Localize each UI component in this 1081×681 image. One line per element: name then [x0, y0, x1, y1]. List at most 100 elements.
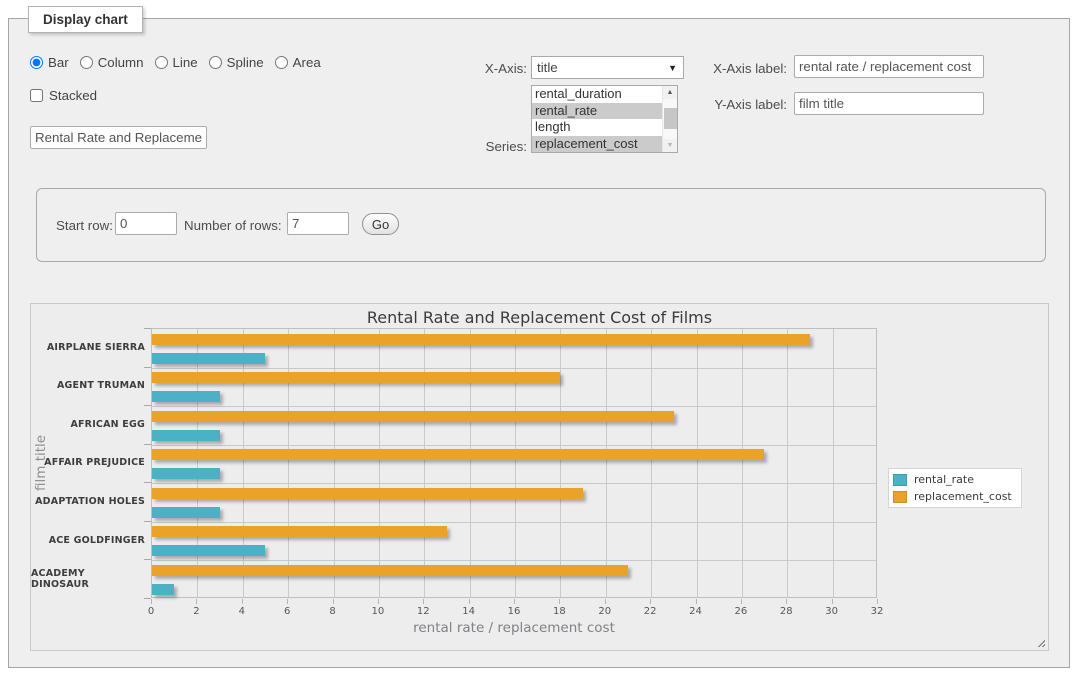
x-axis-tick-label: 12 — [408, 606, 438, 617]
x-axis-tick-mark — [696, 599, 697, 604]
radio-bar-input[interactable] — [30, 56, 43, 69]
number-of-rows-input[interactable] — [287, 212, 349, 235]
bar-replacement_cost — [152, 565, 628, 576]
gridline-horizontal — [152, 560, 876, 561]
radio-column[interactable]: Column — [80, 55, 144, 70]
radio-column-input[interactable] — [80, 56, 93, 69]
x-axis-tick-label: 4 — [227, 606, 257, 617]
x-axis-tick-label: 30 — [817, 606, 847, 617]
scroll-up-icon[interactable]: ▲ — [663, 86, 677, 99]
bar-rental_rate — [152, 391, 220, 402]
x-axis-tick-mark — [287, 599, 288, 604]
bar-rental_rate — [152, 584, 174, 595]
chart-container: Rental Rate and Replacement Cost of Film… — [30, 303, 1049, 651]
x-axis-tick-label: 6 — [272, 606, 302, 617]
series-select-label: Series: — [447, 139, 527, 154]
gridline-horizontal — [152, 406, 876, 407]
gridline-vertical — [742, 329, 743, 597]
gridline-horizontal — [152, 522, 876, 523]
y-axis-label-input[interactable] — [794, 92, 984, 115]
legend-label: replacement_cost — [914, 490, 1012, 503]
x-axis-tick-label: 20 — [590, 606, 620, 617]
x-axis-tick-label: 10 — [363, 606, 393, 617]
x-axis-tick-label: 2 — [181, 606, 211, 617]
gridline-vertical — [515, 329, 516, 597]
stacked-checkbox-row[interactable]: Stacked — [30, 88, 97, 103]
gridline-vertical — [424, 329, 425, 597]
gridline-vertical — [470, 329, 471, 597]
y-axis-tick-mark — [144, 444, 151, 445]
radio-area[interactable]: Area — [275, 55, 321, 70]
series-option-replacement-cost[interactable]: replacement_cost — [532, 136, 662, 153]
x-axis-select[interactable]: title ▼ — [531, 56, 684, 79]
y-axis-tick-mark — [144, 328, 151, 329]
x-axis-tick-label: 14 — [454, 606, 484, 617]
gridline-vertical — [288, 329, 289, 597]
x-axis-label-input[interactable] — [794, 55, 984, 78]
x-axis-tick-label: 0 — [136, 606, 166, 617]
series-option-length[interactable]: length — [532, 119, 662, 136]
x-axis-tick-label: 26 — [726, 606, 756, 617]
gridline-vertical — [243, 329, 244, 597]
chart-title: Rental Rate and Replacement Cost of Film… — [31, 308, 1048, 327]
series-multiselect[interactable]: rental_duration rental_rate length repla… — [531, 85, 678, 153]
resize-handle-icon[interactable] — [1035, 637, 1045, 647]
legend-label: rental_rate — [914, 473, 974, 486]
bar-replacement_cost — [152, 411, 674, 422]
scrollbar-thumb[interactable] — [664, 108, 677, 129]
radio-spline[interactable]: Spline — [209, 55, 264, 70]
x-axis-tick-mark — [196, 599, 197, 604]
bar-replacement_cost — [152, 488, 583, 499]
y-axis-tick-mark — [144, 405, 151, 406]
bar-replacement_cost — [152, 372, 560, 383]
radio-column-label: Column — [98, 55, 144, 70]
bar-rental_rate — [152, 468, 220, 479]
x-axis-tick-mark — [333, 599, 334, 604]
gridline-horizontal — [152, 368, 876, 369]
series-option-rental-rate[interactable]: rental_rate — [532, 103, 662, 120]
legend-swatch-replacement_cost — [893, 491, 907, 503]
gridline-horizontal — [152, 445, 876, 446]
start-row-input[interactable] — [115, 212, 177, 235]
x-axis-tick-mark — [151, 599, 152, 604]
radio-spline-input[interactable] — [209, 56, 222, 69]
radio-line[interactable]: Line — [155, 55, 198, 70]
fieldset-legend: Display chart — [28, 6, 143, 33]
y-axis-tick-mark — [144, 521, 151, 522]
x-axis-tick-mark — [650, 599, 651, 604]
x-axis-label-field-label: X-Axis label: — [677, 61, 787, 76]
chart-title-input[interactable] — [30, 126, 207, 149]
radio-line-input[interactable] — [155, 56, 168, 69]
legend-swatch-rental_rate — [893, 474, 907, 486]
legend-row: replacement_cost — [893, 489, 1012, 504]
radio-bar[interactable]: Bar — [30, 55, 69, 70]
y-axis-label-field-label: Y-Axis label: — [677, 97, 787, 112]
chart-type-radio-group: Bar Column Line Spline Area — [30, 55, 321, 70]
y-axis-title: film title — [33, 328, 49, 598]
scrollbar[interactable]: ▲ ▼ — [662, 86, 677, 152]
x-axis-tick-mark — [378, 599, 379, 604]
gridline-horizontal — [152, 483, 876, 484]
series-option-rental-duration[interactable]: rental_duration — [532, 86, 662, 103]
page: Display chart Bar Column Line Spline Are… — [0, 0, 1081, 681]
x-axis-tick-label: 22 — [635, 606, 665, 617]
scroll-down-icon[interactable]: ▼ — [663, 139, 677, 152]
stacked-checkbox[interactable] — [30, 89, 43, 102]
y-axis-tick-mark — [144, 367, 151, 368]
scrollbar-track[interactable] — [663, 99, 677, 139]
x-axis-tick-label: 32 — [862, 606, 892, 617]
bar-replacement_cost — [152, 526, 447, 537]
y-axis-tick-mark — [144, 598, 151, 599]
x-axis-select-value: title — [532, 60, 668, 75]
bar-rental_rate — [152, 430, 220, 441]
radio-spline-label: Spline — [227, 55, 264, 70]
series-options: rental_duration rental_rate length repla… — [532, 86, 662, 152]
go-button[interactable]: Go — [362, 213, 399, 235]
gridline-vertical — [379, 329, 380, 597]
legend-row: rental_rate — [893, 472, 1012, 487]
x-axis-tick-mark — [832, 599, 833, 604]
x-axis-tick-mark — [559, 599, 560, 604]
x-axis-title: rental rate / replacement cost — [151, 620, 877, 636]
radio-area-input[interactable] — [275, 56, 288, 69]
radio-line-label: Line — [173, 55, 198, 70]
